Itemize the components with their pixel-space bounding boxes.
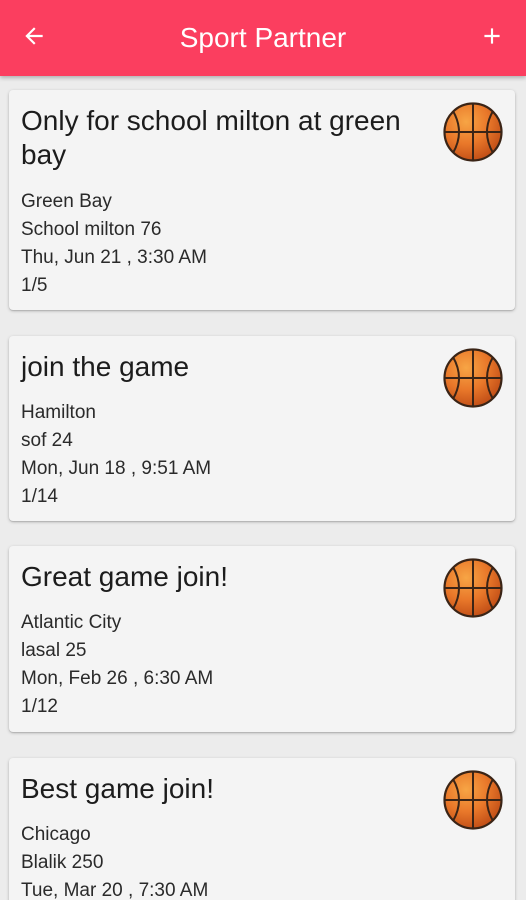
game-datetime: Tue, Mar 20 , 7:30 AM — [21, 880, 209, 900]
page-title: Sport Partner — [179, 22, 347, 53]
game-title: Only for school milton at green bay — [21, 105, 401, 170]
game-city: Chicago — [21, 824, 91, 845]
game-players: 1/14 — [21, 486, 58, 507]
basketball-icon — [443, 348, 503, 408]
app-bar: Sport Partner — [0, 0, 526, 76]
game-city: Green Bay — [21, 191, 112, 212]
game-card[interactable]: Only for school milton at green bay Gree… — [9, 90, 515, 310]
add-game-button[interactable] — [474, 18, 510, 54]
game-location: sof 24 — [21, 430, 73, 451]
game-title: join the game — [21, 351, 190, 382]
game-datetime: Thu, Jun 21 , 3:30 AM — [21, 247, 207, 268]
game-city: Hamilton — [21, 402, 96, 423]
game-location: Blalik 250 — [21, 852, 104, 873]
game-datetime: Mon, Feb 26 , 6:30 AM — [21, 668, 214, 689]
game-card[interactable]: Best game join! Chicago Blalik 250 Tue, … — [9, 758, 515, 900]
game-city: Atlantic City — [21, 612, 122, 633]
basketball-icon — [443, 102, 503, 162]
game-location: lasal 25 — [21, 640, 87, 661]
basketball-icon — [443, 558, 503, 618]
game-players: 1/12 — [21, 696, 58, 717]
game-location: School milton 76 — [21, 219, 162, 240]
basketball-icon — [443, 770, 503, 830]
game-players: 1/5 — [21, 275, 48, 296]
game-title: Best game join! — [21, 773, 214, 804]
game-card[interactable]: Great game join! Atlantic City lasal 25 … — [9, 546, 515, 732]
game-title: Great game join! — [21, 561, 228, 592]
game-datetime: Mon, Jun 18 , 9:51 AM — [21, 458, 212, 479]
game-card[interactable]: join the game Hamilton sof 24 Mon, Jun 1… — [9, 336, 515, 521]
games-list: Only for school milton at green bay Gree… — [0, 76, 526, 900]
plus-icon — [484, 28, 500, 44]
